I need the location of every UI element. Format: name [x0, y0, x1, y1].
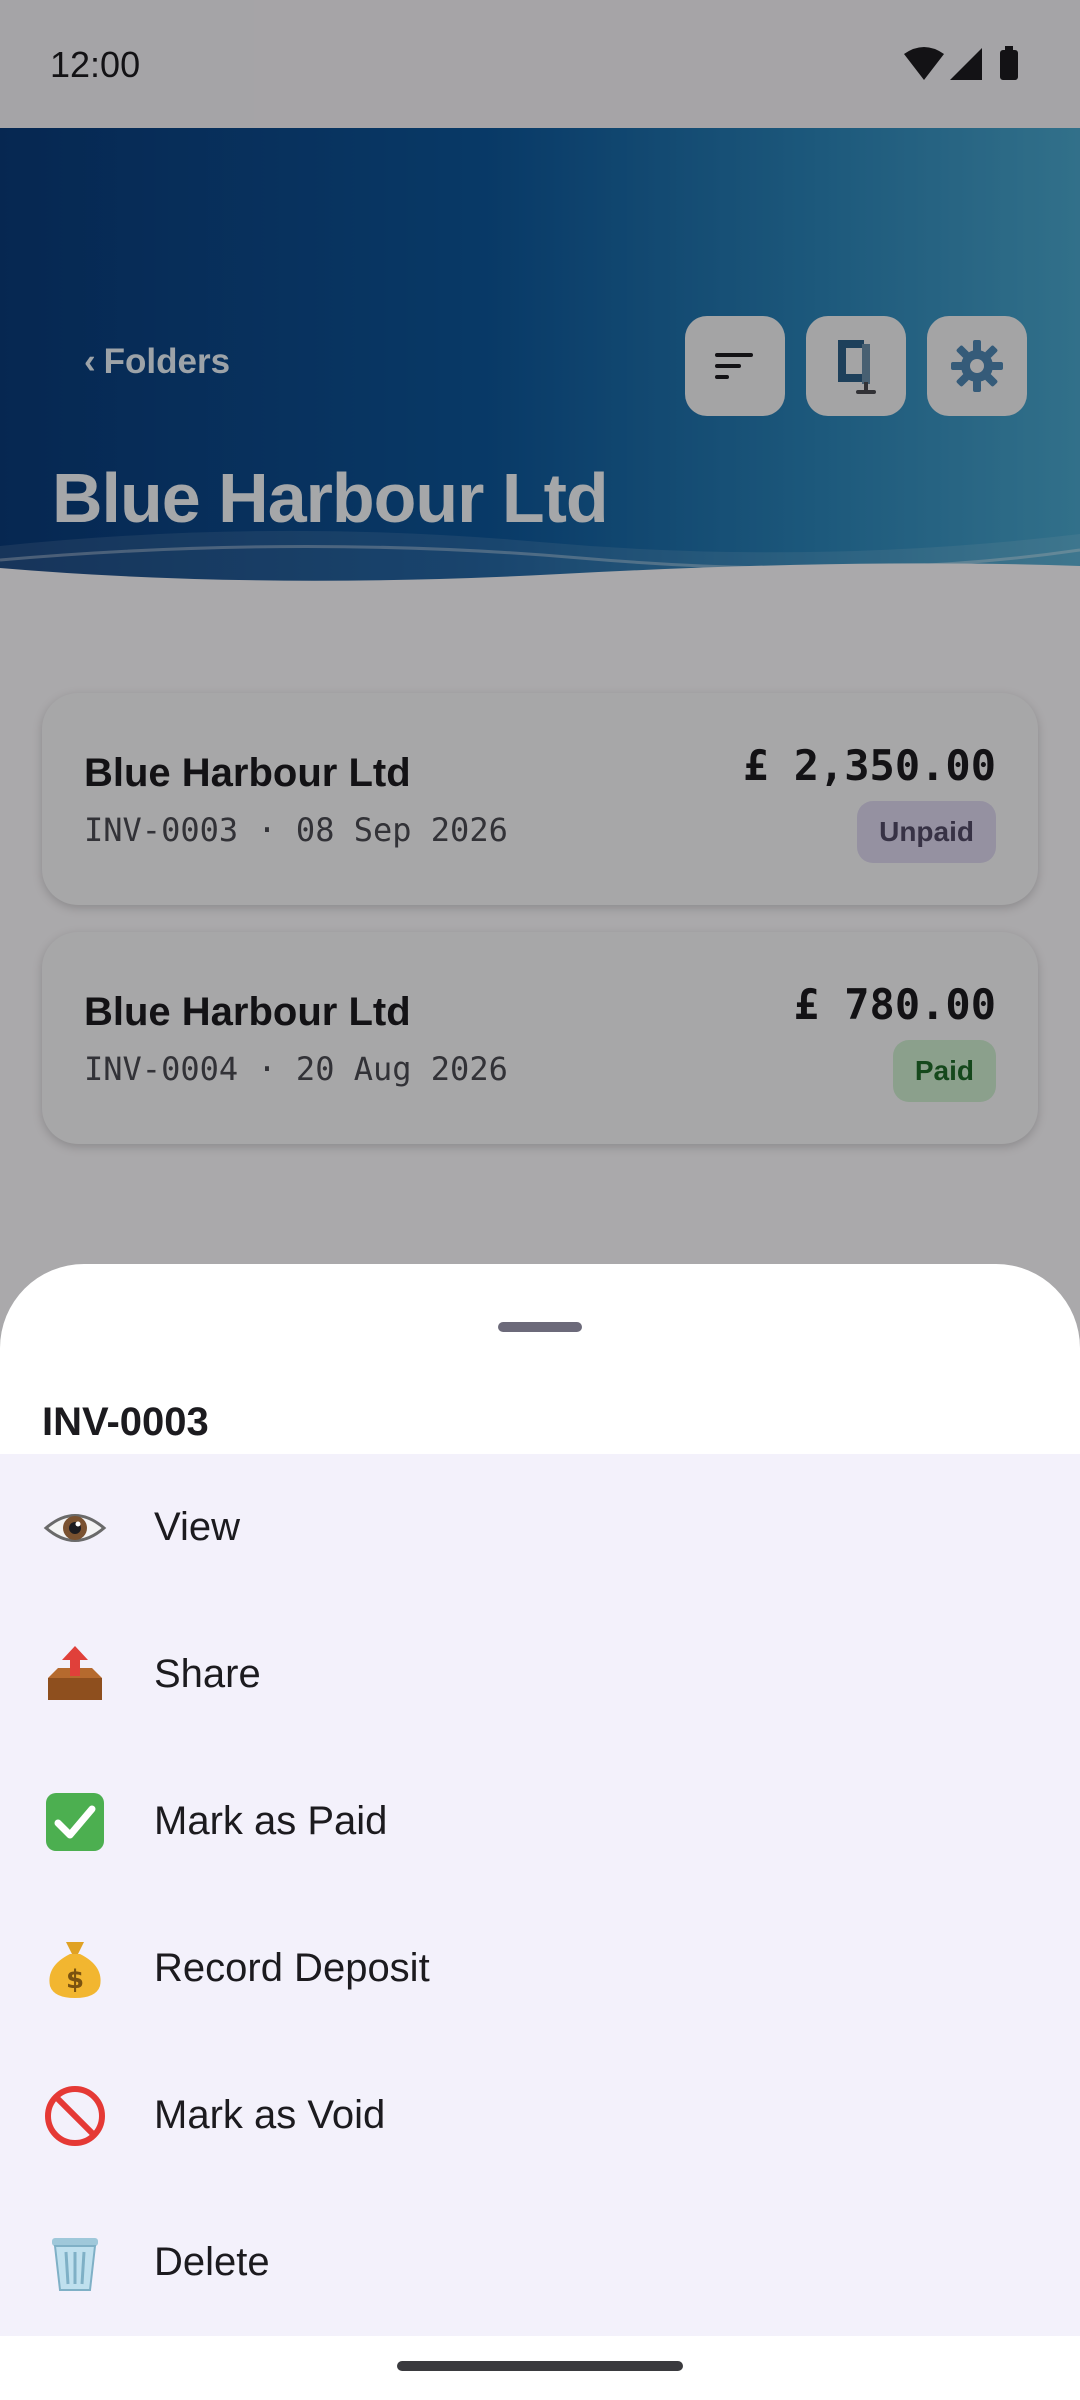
menu-item-view[interactable]: View [0, 1454, 1080, 1601]
menu-item-delete[interactable]: Delete [0, 2189, 1080, 2336]
invoice-actions-sheet: INV-0003 View Share Mark as Paid $ Recor… [0, 1264, 1080, 2400]
prohibited-icon [45, 2085, 105, 2146]
menu-item-label: Record Deposit [154, 1946, 430, 1990]
sheet-title: INV-0003 [42, 1400, 209, 1444]
menu-item-label: View [154, 1505, 240, 1549]
gesture-nav-pill[interactable] [397, 2361, 683, 2371]
menu-item-mark-as-paid[interactable]: Mark as Paid [0, 1748, 1080, 1895]
menu-item-mark-as-void[interactable]: Mark as Void [0, 2042, 1080, 2189]
outbox-tray-icon [48, 1645, 102, 1700]
money-bag-icon: $ [49, 1941, 101, 1998]
check-mark-icon [46, 1792, 104, 1851]
menu-item-label: Mark as Void [154, 2093, 386, 2137]
wastebasket-icon [52, 2237, 98, 2291]
actions-menu: View Share Mark as Paid $ Record Deposit… [0, 1454, 1080, 2336]
menu-item-label: Delete [154, 2240, 270, 2284]
menu-item-record-deposit[interactable]: $ Record Deposit [0, 1895, 1080, 2042]
app-screen: 12:00 ‹ Folders Blue Harbour Ltd Blue Ha… [0, 0, 1080, 2400]
drag-handle[interactable] [498, 1322, 582, 1332]
menu-item-label: Mark as Paid [154, 1799, 388, 1843]
eye-icon [43, 1513, 107, 1542]
svg-text:$: $ [66, 1965, 84, 1995]
menu-item-label: Share [154, 1652, 261, 1696]
menu-item-share[interactable]: Share [0, 1601, 1080, 1748]
